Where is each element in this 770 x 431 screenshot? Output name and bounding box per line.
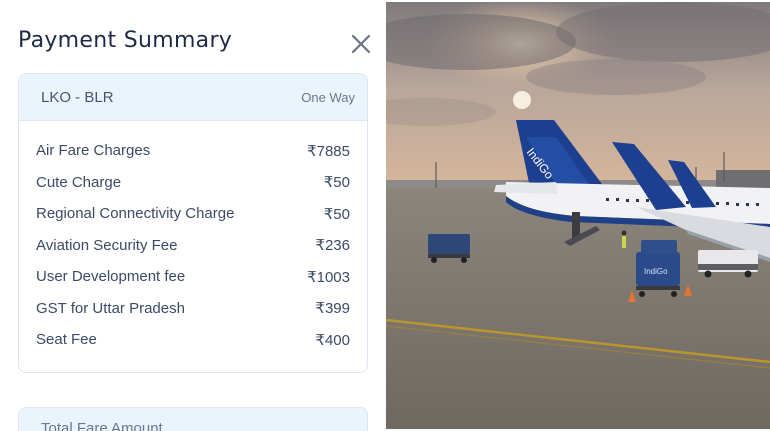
- charge-amount: ₹50: [323, 205, 350, 223]
- route-label: LKO - BLR: [41, 88, 114, 106]
- charge-amount: ₹399: [315, 300, 350, 318]
- charge-row: Air Fare Charges ₹7885: [19, 135, 367, 167]
- charge-row: GST for Uttar Pradesh ₹399: [19, 293, 367, 325]
- charge-label: GST for Uttar Pradesh: [36, 299, 185, 317]
- charge-row: User Development fee ₹1003: [19, 261, 367, 293]
- charge-row: Aviation Security Fee ₹236: [19, 230, 367, 262]
- payment-summary-panel: Payment Summary LKO - BLR One Way Air Fa…: [0, 0, 386, 431]
- charge-row: Seat Fee ₹400: [19, 324, 367, 356]
- charge-label: Cute Charge: [36, 173, 122, 191]
- trip-type-label: One Way: [301, 89, 355, 105]
- charge-amount: ₹400: [315, 331, 350, 349]
- charge-amount: ₹7885: [307, 142, 350, 160]
- charge-amount: ₹1003: [307, 268, 350, 286]
- charge-row: Regional Connectivity Charge ₹50: [19, 198, 367, 230]
- charge-label: User Development fee: [36, 268, 186, 286]
- total-fare-label: Total Fare Amount: [41, 420, 163, 431]
- close-icon: [351, 34, 371, 54]
- page-title: Payment Summary: [18, 28, 233, 53]
- charge-label: Seat Fee: [36, 331, 97, 349]
- charge-amount: ₹50: [323, 174, 350, 192]
- charge-label: Regional Connectivity Charge: [36, 205, 235, 223]
- airport-photo: IndiGo IndiGo: [386, 2, 770, 429]
- charge-amount: ₹236: [315, 237, 350, 255]
- charge-label: Air Fare Charges: [36, 142, 151, 160]
- charges-list: Air Fare Charges ₹7885 Cute Charge ₹50 R…: [19, 121, 367, 356]
- charge-row: Cute Charge ₹50: [19, 167, 367, 199]
- cart-logo-text: IndiGo: [644, 267, 668, 276]
- total-fare-card: Total Fare Amount: [18, 407, 368, 431]
- fare-breakdown-card: LKO - BLR One Way Air Fare Charges ₹7885…: [18, 73, 368, 373]
- charge-label: Aviation Security Fee: [36, 236, 178, 254]
- close-button[interactable]: [347, 30, 375, 58]
- trip-header: LKO - BLR One Way: [19, 74, 367, 121]
